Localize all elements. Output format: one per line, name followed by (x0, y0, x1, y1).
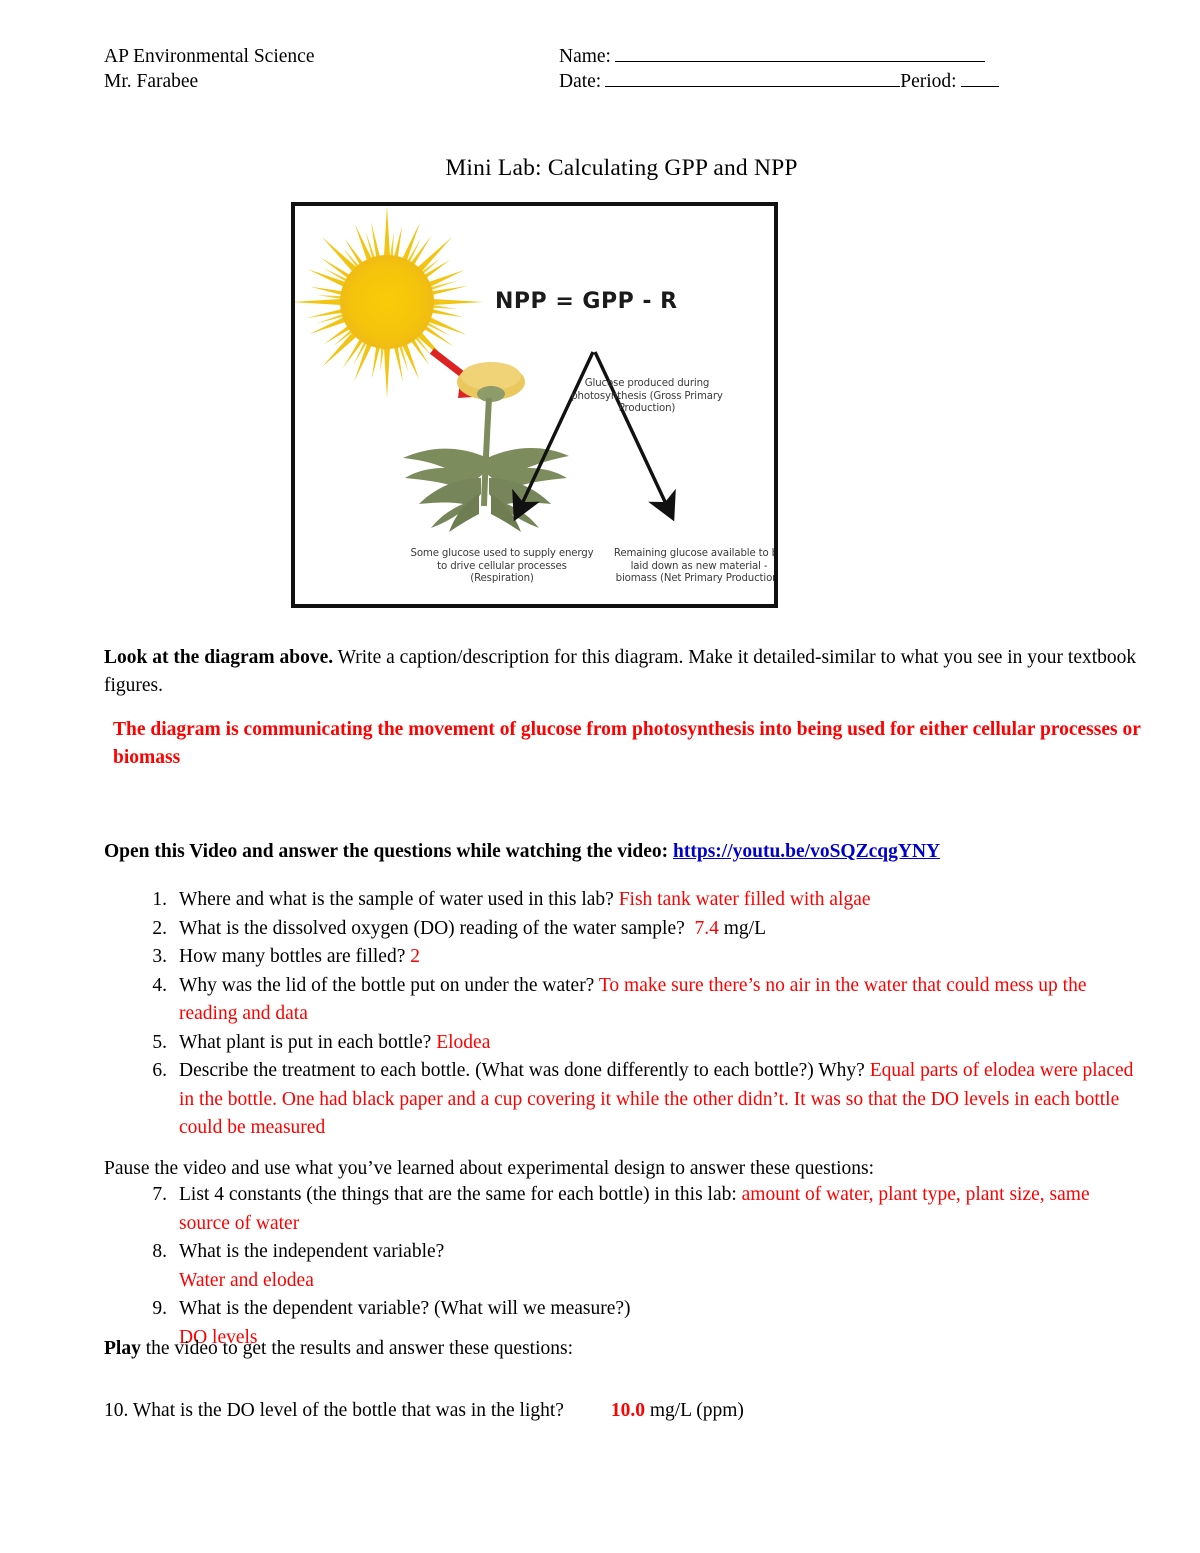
period-input-line[interactable] (960, 69, 999, 87)
caption-prompt-lead: Look at the diagram above. (104, 647, 334, 668)
date-input-line[interactable] (605, 69, 901, 87)
page-title: Mini Lab: Calculating GPP and NPP (0, 155, 1200, 182)
teacher-name: Mr. Farabee (104, 71, 199, 92)
play-instruction: Play the video to get the results and an… (104, 1335, 1114, 1363)
list-item: 3. How many bottles are filled? 2 (133, 943, 1143, 972)
item-question: What is the dissolved oxygen (DO) readin… (179, 917, 685, 939)
sun-disc-icon (340, 255, 434, 349)
item-question: List 4 constants (the things that are th… (179, 1184, 737, 1205)
item-number: 4. (152, 974, 167, 996)
item-number: 2. (152, 917, 167, 939)
item-question: What plant is put in each bottle? (179, 1031, 432, 1053)
item-question: Where and what is the sample of water us… (179, 889, 614, 910)
video-link[interactable]: https://youtu.be/voSQZcqgYNY (673, 841, 940, 862)
item-question: What is the DO level of the bottle that … (132, 1400, 564, 1421)
course-name: AP Environmental Science (104, 46, 315, 67)
item-answer[interactable]: 2 (410, 946, 420, 967)
list-item: 6. Describe the treatment to each bottle.… (133, 1057, 1143, 1143)
item-question: What is the dependent variable? (What wi… (179, 1298, 631, 1319)
item-number: 10. (104, 1400, 129, 1421)
npp-gpp-diagram: NPP = GPP - R Glucose produced during ph… (291, 202, 778, 608)
header-row-1: AP Environmental Science Name: (104, 44, 1104, 69)
list-item: 1. Where and what is the sample of water … (133, 886, 1143, 915)
npp-formula: NPP = GPP - R (495, 289, 678, 314)
caption-prompt: Look at the diagram above. Write a capti… (104, 644, 1144, 700)
item-answer-unit: mg/L (ppm) (649, 1400, 744, 1421)
name-input-line[interactable] (614, 44, 985, 62)
item-answer[interactable]: 7.4 (695, 918, 719, 939)
item-number: 1. (152, 889, 167, 910)
list-item: 5. What plant is put in each bottle? Elod… (133, 1029, 1143, 1058)
item-question: Why was the lid of the bottle put on und… (179, 974, 595, 996)
question-list-watching: 1. Where and what is the sample of water … (133, 886, 1143, 1143)
dandelion-plant-icon (403, 362, 569, 532)
caption-answer[interactable]: The diagram is communicating the movemen… (113, 716, 1147, 772)
list-item: 2. What is the dissolved oxygen (DO) read… (133, 915, 1143, 944)
date-period-field-group: Date: Period: (559, 69, 1104, 94)
name-field-group: Name: (559, 44, 1104, 69)
pause-instruction: Pause the video and use what you’ve lear… (104, 1158, 875, 1179)
item-number: 9. (152, 1298, 167, 1319)
question-10: 10. What is the DO level of the bottle t… (104, 1397, 1114, 1425)
item-answer[interactable]: Elodea (436, 1032, 490, 1053)
item-answer-unit: mg/L (723, 917, 767, 939)
item-question: Describe the treatment to each bottle. (… (179, 1060, 865, 1081)
list-item: 7. List 4 constants (the things that are … (133, 1181, 1143, 1238)
respiration-label: Some glucose used to supply energy to dr… (410, 548, 594, 585)
list-item: 4. Why was the lid of the bottle put on u… (133, 972, 1143, 1029)
page-title-text: Mini Lab: Calculating GPP and NPP (445, 155, 798, 181)
item-number: 6. (152, 1060, 167, 1081)
play-instruction-lead: Play (104, 1338, 141, 1359)
item-number: 3. (152, 946, 167, 967)
item-number: 8. (152, 1241, 167, 1262)
video-instruction: Open this Video and answer the questions… (104, 838, 1114, 866)
item-number: 7. (152, 1184, 167, 1205)
page-header: AP Environmental Science Name: Mr. Farab… (104, 44, 1104, 94)
period-label: Period: (900, 71, 957, 92)
name-label: Name: (559, 46, 611, 67)
item-answer[interactable]: 10.0 (611, 1400, 645, 1421)
item-answer[interactable]: Fish tank water filled with algae (619, 889, 871, 910)
item-number: 5. (152, 1031, 167, 1053)
npp-label: Remaining glucose available to be laid d… (613, 548, 778, 585)
item-answer[interactable]: Water and elodea (179, 1270, 314, 1291)
list-item: 8. What is the independent variable? Wate… (133, 1238, 1143, 1295)
header-row-2: Mr. Farabee Date: Period: (104, 69, 1104, 94)
item-question: How many bottles are filled? (179, 946, 406, 967)
item-question: What is the independent variable? (179, 1241, 445, 1262)
play-instruction-rest: the video to get the results and answer … (140, 1338, 573, 1359)
question-list-design: 7. List 4 constants (the things that are … (133, 1181, 1143, 1352)
gpp-label: Glucose produced during photosynthesis (… (571, 378, 723, 415)
split-arrows-icon (512, 351, 676, 522)
video-instruction-lead: Open this Video and answer the questions… (104, 841, 669, 862)
date-label: Date: (559, 71, 602, 92)
worksheet-page: AP Environmental Science Name: Mr. Farab… (0, 0, 1200, 1553)
